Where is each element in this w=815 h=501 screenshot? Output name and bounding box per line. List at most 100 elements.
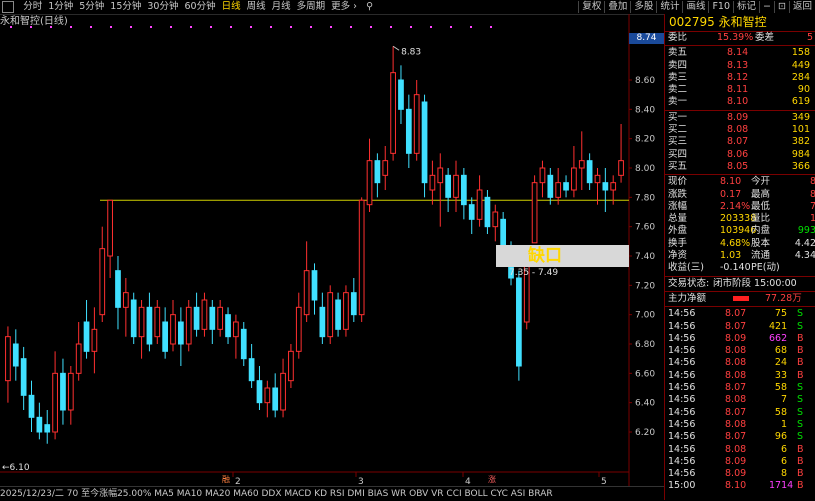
marker-right[interactable]: 涨: [488, 474, 496, 485]
y-tick-label: 7.00: [635, 311, 655, 321]
toolbar-right-button[interactable]: 复权: [579, 0, 604, 14]
level-label: 买一: [668, 111, 688, 123]
candle-down: [398, 79, 404, 110]
level-price: 8.08: [727, 124, 749, 136]
level-volume: 90: [797, 84, 810, 96]
level-label: 卖四: [668, 59, 688, 71]
indicator-bar[interactable]: 2025/12/23/二 70 至今涨幅25.00% MA5 MA10 MA20…: [0, 486, 664, 501]
level-label: 买五: [668, 160, 688, 172]
signal-dot: [90, 26, 92, 28]
signal-dot: [270, 26, 272, 28]
stock-code: 002795: [669, 15, 715, 29]
quote-label: 换手: [668, 237, 688, 249]
quote-row: 收益(三) -0.140 PE(动): [665, 262, 815, 274]
toolbar-right-button[interactable]: ⊡: [775, 0, 789, 14]
weicha-value: 5: [807, 32, 814, 43]
tick-side: S: [797, 308, 804, 320]
toolbar-right-button[interactable]: 统计: [657, 0, 682, 14]
signal-dot: [330, 26, 332, 28]
candle-down: [240, 328, 247, 360]
tick-row: 14:56 8.07 58 S: [665, 382, 815, 394]
candle-up: [201, 299, 208, 330]
tick-side: B: [797, 357, 804, 369]
toolbar-right-button[interactable]: F10: [709, 0, 733, 14]
tick-volume: 662: [769, 332, 788, 344]
tick-volume: 33: [774, 369, 787, 381]
toolbar-right-button[interactable]: −: [760, 0, 774, 14]
period-tab[interactable]: 更多 ›: [328, 0, 360, 14]
quote-label-2: PE(动): [751, 262, 780, 274]
tick-volume: 75: [774, 308, 787, 320]
period-tab[interactable]: 周线: [244, 0, 269, 14]
tick-row: 14:56 8.08 33 B: [665, 370, 815, 382]
candle-up: [571, 167, 577, 191]
level-price: 8.05: [727, 160, 749, 172]
x-tick-label: 5: [601, 477, 607, 486]
quote-value-2: 8: [809, 176, 815, 188]
candle-down: [272, 387, 279, 411]
quote-value-2: 4.34: [794, 250, 815, 262]
tick-row: 14:56 8.08 1 S: [665, 419, 815, 431]
period-tab[interactable]: 15分钟: [107, 0, 144, 14]
search-icon[interactable]: ⚲: [363, 0, 376, 14]
tick-price: 8.08: [725, 418, 747, 430]
level-volume: 349: [791, 111, 810, 123]
period-tab[interactable]: 60分钟: [181, 0, 218, 14]
quote-row: 涨跌 0.17 最高 8: [665, 189, 815, 201]
level-price: 8.07: [727, 136, 749, 148]
tick-side: S: [797, 382, 804, 394]
tick-time: 14:56: [668, 468, 696, 480]
candle-up: [343, 292, 349, 330]
period-tab[interactable]: 30分钟: [144, 0, 181, 14]
period-tab[interactable]: 分时: [20, 0, 45, 14]
quote-row: 换手 4.68% 股本 4.42: [665, 238, 815, 250]
toolbar-right-button[interactable]: 叠加: [605, 0, 630, 14]
level-volume: 382: [791, 136, 810, 148]
level-label: 买二: [668, 124, 688, 136]
period-tab[interactable]: 1分钟: [45, 0, 76, 14]
candle-up: [555, 182, 562, 198]
list-icon[interactable]: [2, 1, 14, 13]
period-tab[interactable]: 月线: [269, 0, 294, 14]
candle-down: [83, 321, 90, 352]
toolbar-right-button[interactable]: 多股: [631, 0, 656, 14]
level-volume: 449: [791, 59, 810, 71]
quote-label-2: 内盘: [751, 225, 771, 237]
quote-label-2: 股本: [751, 237, 771, 249]
x-tick-label: 2: [235, 477, 241, 486]
candle-up: [52, 372, 58, 433]
toolbar-right-button[interactable]: 画线: [683, 0, 708, 14]
y-tick-label: 7.60: [635, 223, 655, 233]
y-tick-label: 7.80: [635, 193, 655, 203]
main-flow-value: 77.28万: [765, 292, 802, 304]
tick-side: S: [797, 320, 804, 332]
candle-up: [303, 270, 310, 316]
period-tab[interactable]: 日线: [219, 0, 244, 14]
tick-volume: 1714: [769, 480, 794, 492]
level-volume: 366: [791, 160, 810, 172]
period-tab[interactable]: 多周期: [294, 0, 329, 14]
tick-time: 15:00: [668, 480, 696, 492]
level-price: 8.09: [727, 111, 749, 123]
tick-row: 14:56 8.08 6 B: [665, 444, 815, 456]
candle-down: [468, 204, 475, 220]
candle-down: [563, 182, 569, 191]
period-tab[interactable]: 5分钟: [76, 0, 107, 14]
quote-row: 外盘 103946 内盘 993: [665, 225, 815, 237]
gap-box: [496, 245, 629, 267]
candle-down: [445, 174, 451, 198]
quote-label: 收益(三): [668, 262, 704, 274]
toolbar-right-button[interactable]: 标记: [734, 0, 759, 14]
marker-left[interactable]: 融: [222, 474, 230, 485]
orderbook-row: 卖五 8.14 158: [665, 47, 815, 59]
tick-price: 8.07: [725, 431, 747, 443]
quote-value-2: 4.42: [794, 237, 815, 249]
quote-label-2: 最高: [751, 188, 771, 200]
tick-side: B: [797, 443, 804, 455]
candle-down: [193, 306, 200, 330]
candle-up: [170, 314, 176, 345]
y-tick-label: 8.20: [635, 135, 655, 145]
toolbar-right-button[interactable]: 返回: [790, 0, 815, 14]
signal-dot: [190, 26, 192, 28]
signal-dot: [170, 26, 172, 28]
